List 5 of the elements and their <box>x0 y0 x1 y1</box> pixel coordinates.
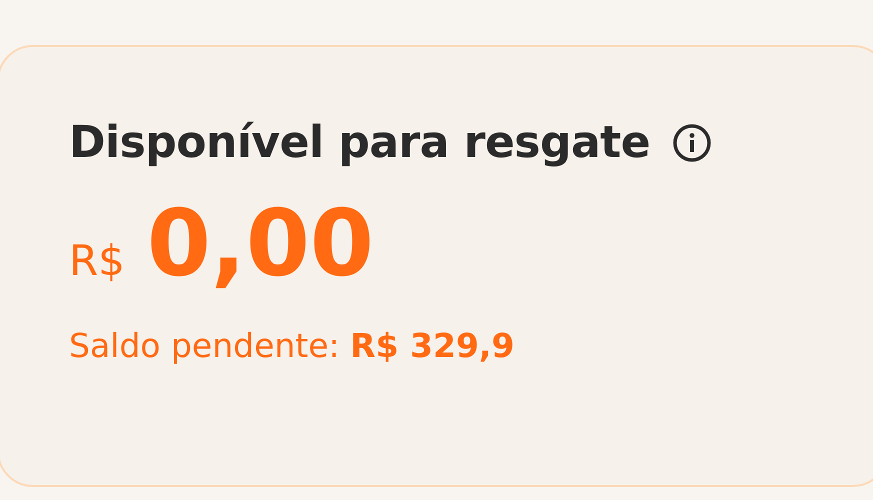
info-icon[interactable] <box>672 122 712 162</box>
balance-amount: 0,00 <box>146 198 374 290</box>
card-title: Disponível para resgate <box>69 117 650 168</box>
pending-balance: Saldo pendente: R$ 329,9 <box>69 326 516 365</box>
currency-symbol: R$ <box>69 236 125 285</box>
